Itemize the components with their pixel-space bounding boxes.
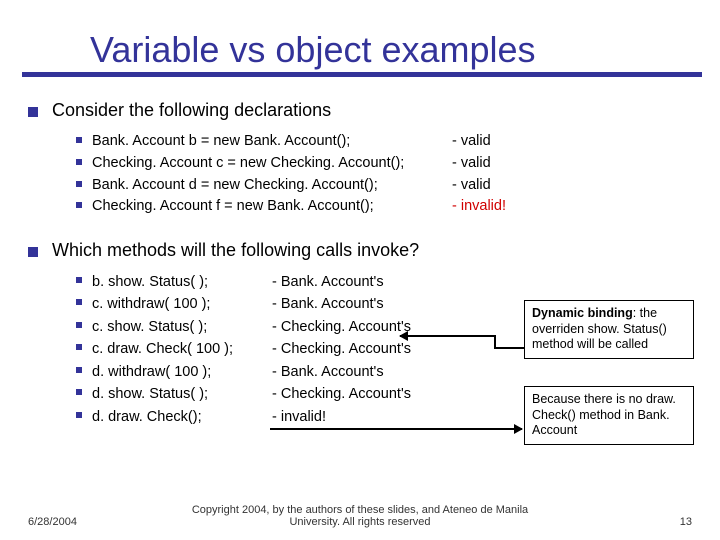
call-owner: - Checking. Account's: [272, 338, 452, 360]
slide-title: Variable vs object examples: [0, 29, 536, 71]
declaration-status: - valid: [452, 175, 491, 197]
bullet-icon: [76, 412, 82, 418]
arrow-icon: [400, 335, 496, 337]
footer-copyright: Copyright 2004, by the authors of these …: [180, 504, 540, 528]
call-code: c. draw. Check( 100 );: [92, 338, 272, 360]
note-no-method: Because there is no draw. Check() method…: [524, 386, 694, 445]
declaration-row: Checking. Account f = new Bank. Account(…: [76, 196, 710, 218]
arrow-icon: [494, 347, 524, 349]
call-code: c. withdraw( 100 );: [92, 293, 272, 315]
call-code: d. draw. Check();: [92, 406, 272, 428]
declaration-status: - valid: [452, 131, 491, 153]
call-row: d. withdraw( 100 ); - Bank. Account's: [76, 361, 710, 383]
call-code: b. show. Status( );: [92, 271, 272, 293]
bullet-icon: [28, 247, 38, 257]
bullet-icon: [76, 299, 82, 305]
call-row: b. show. Status( ); - Bank. Account's: [76, 271, 710, 293]
call-owner: - Bank. Account's: [272, 361, 452, 383]
bullet-icon: [76, 344, 82, 350]
call-owner-invalid: - invalid!: [272, 406, 452, 428]
bullet-icon: [76, 277, 82, 283]
call-owner: - Checking. Account's: [272, 383, 452, 405]
call-code: d. withdraw( 100 );: [92, 361, 272, 383]
note-dynamic-binding: Dynamic binding: the overriden show. Sta…: [524, 300, 694, 359]
declaration-code: Bank. Account b = new Bank. Account();: [92, 131, 452, 153]
declaration-row: Checking. Account c = new Checking. Acco…: [76, 153, 710, 175]
bullet-icon: [76, 322, 82, 328]
declaration-status: - valid: [452, 153, 491, 175]
note-bold: Dynamic binding: [532, 306, 633, 320]
bullet-icon: [76, 181, 82, 187]
page-number: 13: [680, 516, 692, 528]
note-text: Because there is no draw. Check() method…: [532, 392, 676, 437]
declaration-row: Bank. Account b = new Bank. Account(); -…: [76, 131, 710, 153]
bullet-icon: [76, 202, 82, 208]
declaration-status-invalid: - invalid!: [452, 196, 506, 218]
declaration-code: Bank. Account d = new Checking. Account(…: [92, 175, 452, 197]
call-owner: - Bank. Account's: [272, 293, 452, 315]
bullet-icon: [76, 137, 82, 143]
bullet-icon: [28, 107, 38, 117]
call-code: c. show. Status( );: [92, 316, 272, 338]
bullet-icon: [76, 367, 82, 373]
title-bar: Variable vs object examples: [0, 25, 720, 75]
bullet-icon: [76, 389, 82, 395]
bullet-icon: [76, 159, 82, 165]
call-owner: - Bank. Account's: [272, 271, 452, 293]
title-underline: [22, 72, 702, 77]
declaration-code: Checking. Account f = new Bank. Account(…: [92, 196, 452, 218]
section1-lead: Consider the following declarations: [28, 100, 710, 121]
footer: 6/28/2004 Copyright 2004, by the authors…: [0, 504, 720, 528]
section2-lead-text: Which methods will the following calls i…: [52, 240, 419, 261]
footer-date: 6/28/2004: [28, 516, 77, 528]
call-code: d. show. Status( );: [92, 383, 272, 405]
declaration-code: Checking. Account c = new Checking. Acco…: [92, 153, 452, 175]
declaration-row: Bank. Account d = new Checking. Account(…: [76, 175, 710, 197]
arrow-icon: [270, 428, 522, 430]
section1-lead-text: Consider the following declarations: [52, 100, 331, 121]
section2-lead: Which methods will the following calls i…: [28, 240, 710, 261]
declaration-list: Bank. Account b = new Bank. Account(); -…: [76, 131, 710, 218]
slide-content: Consider the following declarations Bank…: [28, 100, 710, 428]
